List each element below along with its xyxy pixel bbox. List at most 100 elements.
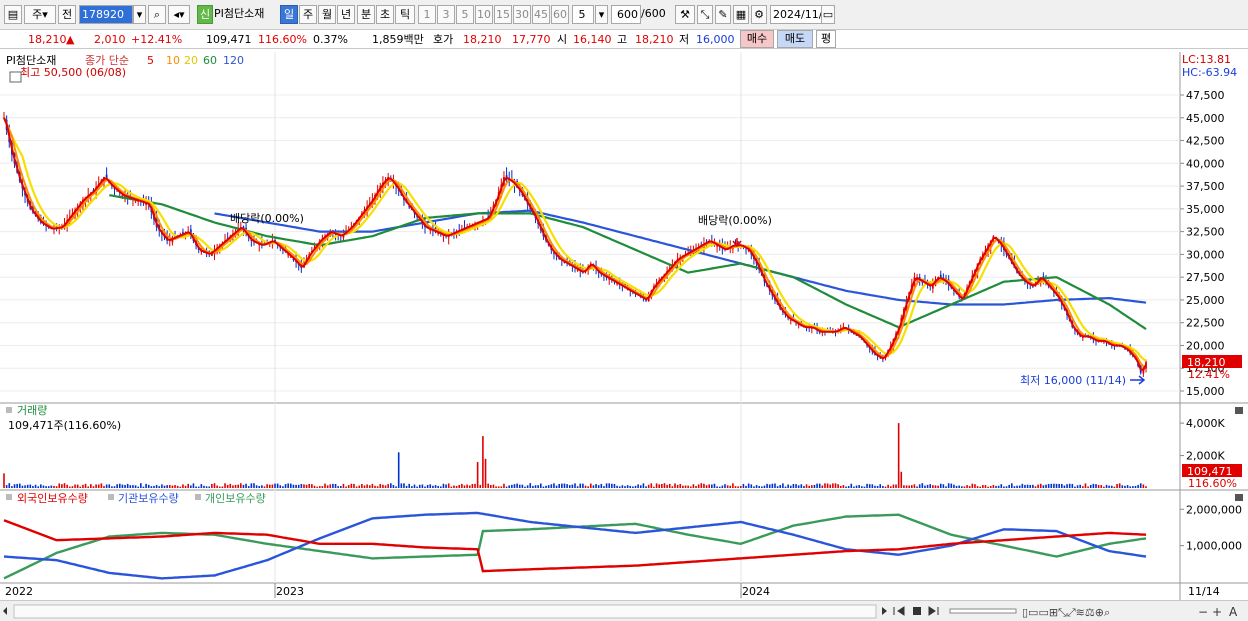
interval-45[interactable]: 45	[532, 5, 550, 24]
interval-60[interactable]: 60	[551, 5, 569, 24]
buy-button[interactable]: 매수	[740, 30, 774, 48]
volume-bar	[47, 486, 50, 488]
volume-bar	[868, 484, 871, 488]
volume-bar	[103, 486, 105, 488]
volume-bar	[513, 484, 516, 488]
volume-bar	[447, 483, 450, 488]
volume-bar	[629, 485, 632, 488]
volume-bar	[963, 486, 966, 488]
calendar-icon[interactable]: ▭	[821, 5, 835, 24]
volume-bar	[153, 485, 155, 488]
volume-bar	[308, 483, 311, 488]
tools-icon[interactable]: ⚒	[675, 5, 695, 24]
chart-background	[0, 52, 1248, 600]
period-select[interactable]: 주▾	[24, 5, 56, 24]
tab-year[interactable]: 년	[337, 5, 355, 24]
interval-5[interactable]: 5	[456, 5, 474, 24]
volume-panel-close-icon[interactable]	[1235, 407, 1243, 414]
volume-bar	[921, 483, 924, 488]
volume-bar	[476, 462, 479, 488]
interval-3[interactable]: 3	[437, 5, 455, 24]
zoom-out-icon[interactable]: −	[1198, 605, 1208, 619]
settings-gear-icon[interactable]: ⚙	[751, 5, 767, 24]
volume-tick-label: 2,000K	[1186, 450, 1225, 463]
volume-bar	[218, 486, 221, 488]
volume-bar	[187, 483, 189, 488]
holdings-panel-close-icon[interactable]	[1235, 494, 1243, 501]
volume-bar	[984, 485, 987, 488]
volume-bar	[876, 485, 879, 488]
scroll-left-icon[interactable]	[3, 607, 7, 615]
horizontal-scrollbar[interactable]	[13, 604, 877, 619]
interval-dropdown-icon[interactable]: ▾	[595, 5, 608, 24]
fast-forward-icon[interactable]	[928, 606, 939, 616]
interval-15[interactable]: 15	[494, 5, 512, 24]
volume-bar	[37, 486, 40, 488]
volume-bar	[816, 483, 818, 488]
tab-minute[interactable]: 분	[357, 5, 375, 24]
tab-second[interactable]: 초	[376, 5, 394, 24]
volume-bar	[371, 483, 374, 488]
volume-bar	[363, 485, 366, 488]
grid-icon[interactable]: ▦	[733, 5, 749, 24]
stock-chart-svg[interactable]: 15,00017,50020,00022,50025,00027,50030,0…	[0, 50, 1248, 600]
chart-area[interactable]: 15,000 17,500 20,000 22,500 25,000 27,500 30,0…	[0, 50, 1248, 600]
interval-30[interactable]: 30	[513, 5, 531, 24]
zoom-in-icon[interactable]: +	[1212, 605, 1222, 619]
rewind-icon[interactable]	[893, 606, 905, 616]
volume-bar	[653, 486, 655, 488]
volume-bar	[468, 485, 471, 488]
volume-bar	[161, 484, 163, 488]
code-dropdown-icon[interactable]: ▾	[133, 5, 146, 24]
layout-icons[interactable]: ▯▭▭⊞⤡⤢≋⚖⊕⌕	[1022, 606, 1110, 619]
compare-icon[interactable]: ⤡	[697, 5, 713, 24]
volume-bar	[26, 484, 29, 488]
tab-tick[interactable]: 틱	[395, 5, 415, 24]
tab-week[interactable]: 주	[299, 5, 317, 24]
interval-10[interactable]: 10	[475, 5, 493, 24]
volume-bar	[282, 486, 284, 488]
volume-bar	[432, 485, 434, 488]
calendar-small-icon[interactable]	[9, 71, 22, 83]
volume-bar	[274, 483, 276, 488]
stop-icon[interactable]	[913, 607, 921, 615]
interval-1[interactable]: 1	[418, 5, 436, 24]
ma60-label: 60	[203, 54, 217, 67]
count-input[interactable]: 600	[611, 5, 641, 24]
volume-bar	[482, 436, 484, 488]
volume-bar	[258, 486, 261, 488]
date-input[interactable]: 2024/11/14	[770, 5, 822, 24]
search-icon[interactable]: ⌕	[148, 5, 166, 24]
tab-month[interactable]: 월	[318, 5, 336, 24]
bottom-controls-svg: ▯▭▭⊞⤡⤢≋⚖⊕⌕ − + A	[3, 604, 1238, 619]
volume-bar	[413, 484, 416, 488]
volume-bar	[76, 484, 79, 488]
volume-bar	[850, 483, 853, 488]
stock-code-input[interactable]: 178920	[79, 5, 133, 24]
zoom-slider[interactable]	[949, 608, 1017, 614]
volume-bar	[361, 484, 363, 488]
tab-day[interactable]: 일	[280, 5, 298, 24]
avg-button[interactable]: 평	[816, 30, 836, 48]
volume-bar	[429, 484, 432, 488]
sell-button[interactable]: 매도	[777, 30, 813, 48]
drawing-icon[interactable]: ✎	[715, 5, 731, 24]
volume-bar	[474, 483, 476, 488]
volume-bar	[503, 483, 505, 488]
volume-panel-marker	[6, 407, 12, 413]
volume-bar	[355, 486, 358, 488]
volume-bar	[1016, 485, 1018, 488]
speaker-icon[interactable]: ◂▾	[168, 5, 190, 24]
auto-scale-icon[interactable]: A	[1229, 605, 1238, 619]
prev-select[interactable]: 전	[58, 5, 76, 24]
scroll-right-icon[interactable]	[882, 607, 887, 615]
volume-bar	[155, 484, 158, 488]
volume-bar	[437, 485, 439, 488]
new-badge[interactable]: 신	[197, 5, 213, 24]
volume-bar	[442, 483, 445, 488]
interval-custom-input[interactable]: 5	[572, 5, 594, 24]
menu-icon[interactable]: ▤	[4, 5, 22, 24]
volume-bar	[711, 484, 713, 488]
volume-bar	[971, 483, 974, 488]
volume-bar	[126, 483, 129, 488]
